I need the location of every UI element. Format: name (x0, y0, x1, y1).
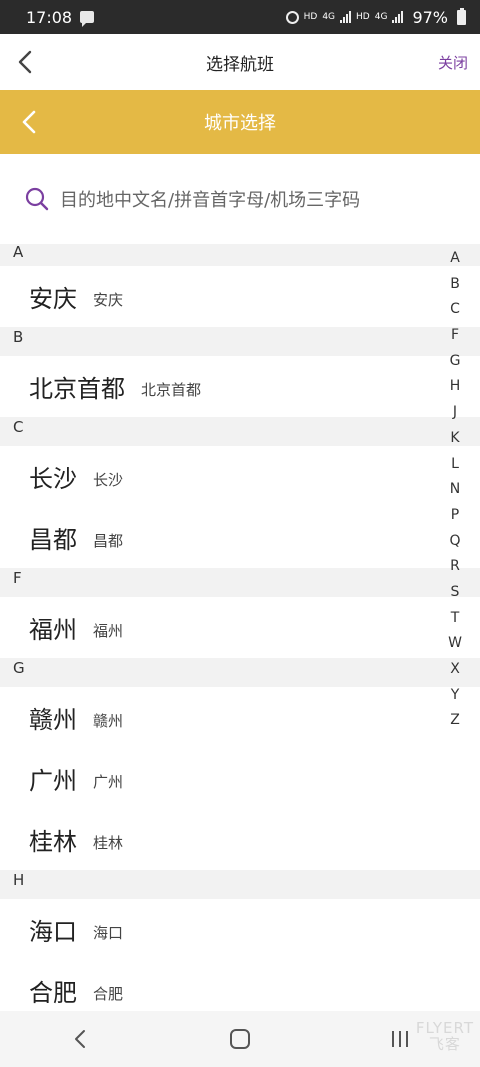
city-sub: 昌都 (93, 532, 124, 550)
index-letter[interactable]: F (451, 323, 459, 349)
section-header-a: A (0, 244, 480, 266)
index-letter[interactable]: W (448, 631, 462, 657)
city-name: 赣州 (29, 706, 77, 734)
status-right: HD 4G HD 4G 97% (285, 7, 466, 27)
search-input[interactable]: 目的地中文名/拼音首字母/机场三字码 (0, 154, 480, 244)
city-name: 合肥 (29, 979, 77, 1007)
city-name: 海口 (29, 918, 77, 946)
index-letter[interactable]: K (450, 426, 459, 452)
recents-icon (392, 1031, 408, 1047)
hd-label-2: HD (356, 12, 370, 22)
back-arrow-icon (75, 1030, 85, 1048)
battery-percent: 97% (412, 7, 448, 27)
header-title: 城市选择 (204, 113, 276, 134)
alarm-icon (285, 10, 299, 24)
city-sub: 广州 (93, 773, 124, 791)
signal-icon-2 (392, 11, 404, 23)
city-name: 昌都 (29, 526, 77, 554)
index-letter[interactable]: B (450, 272, 460, 298)
system-home-button[interactable] (220, 1019, 260, 1059)
city-list[interactable]: A 安庆 安庆 B 北京首都 北京首都 C 长沙 长沙 昌都 昌都 F 福州 福… (0, 244, 480, 1011)
city-row-anqing[interactable]: 安庆 安庆 (0, 266, 480, 327)
watermark-line1: FLYERT (415, 1019, 474, 1037)
city-name: 桂林 (29, 828, 77, 856)
signal-icon (340, 11, 352, 23)
city-sub: 海口 (93, 924, 124, 942)
section-header-f: F (0, 568, 480, 597)
system-back-button[interactable] (60, 1019, 100, 1059)
back-icon[interactable] (14, 48, 40, 76)
city-name: 广州 (29, 767, 77, 795)
message-icon (80, 11, 95, 27)
search-placeholder: 目的地中文名/拼音首字母/机场三字码 (60, 190, 361, 211)
alphabet-index[interactable]: A B C F G H J K L N P Q R S T W X Y Z (448, 246, 462, 734)
index-letter[interactable]: A (450, 246, 460, 272)
hd-label-1: HD (303, 12, 318, 22)
city-sub: 安庆 (93, 291, 124, 309)
city-name: 北京首都 (29, 375, 125, 403)
section-header-b: B (0, 327, 480, 356)
city-row-changdu[interactable]: 昌都 昌都 (0, 507, 480, 568)
watermark-line2: 飞客 (428, 1035, 461, 1053)
index-letter[interactable]: H (450, 374, 461, 400)
city-sub: 赣州 (93, 712, 124, 730)
city-name: 长沙 (29, 465, 77, 493)
city-row-fuzhou[interactable]: 福州 福州 (0, 597, 480, 658)
section-header-h: H (0, 870, 480, 899)
index-letter[interactable]: Y (451, 683, 460, 709)
index-letter[interactable]: X (450, 657, 460, 683)
network-label-2: 4G (374, 12, 388, 22)
index-letter[interactable]: J (453, 400, 457, 426)
city-row-guangzhou[interactable]: 广州 广州 (0, 748, 480, 809)
city-row-beijing[interactable]: 北京首都 北京首都 (0, 356, 480, 417)
watermark: FLYERT 飞客 (416, 1020, 474, 1052)
city-row-changsha[interactable]: 长沙 长沙 (0, 446, 480, 507)
index-letter[interactable]: R (450, 554, 460, 580)
system-nav-bar (0, 1011, 480, 1067)
top-nav: 选择航班 关闭 (0, 34, 480, 90)
index-letter[interactable]: Z (450, 708, 460, 734)
index-letter[interactable]: G (450, 349, 461, 375)
city-row-haikou[interactable]: 海口 海口 (0, 899, 480, 960)
section-header-g: G (0, 658, 480, 687)
city-sub: 福州 (93, 622, 124, 640)
header-back-icon[interactable] (18, 108, 42, 136)
index-letter[interactable]: T (451, 606, 460, 632)
city-name: 安庆 (29, 285, 77, 313)
search-icon (25, 187, 49, 211)
city-sub: 桂林 (93, 834, 124, 852)
index-letter[interactable]: P (451, 503, 459, 529)
index-letter[interactable]: N (450, 477, 460, 503)
city-sub: 合肥 (93, 985, 124, 1003)
battery-icon (457, 7, 466, 25)
city-row-ganzhou[interactable]: 赣州 赣州 (0, 687, 480, 748)
status-bar: 17:08 HD 4G HD 4G 97% (0, 0, 480, 34)
city-select-header: 城市选择 (0, 90, 480, 154)
city-name: 福州 (29, 616, 77, 644)
system-recents-button[interactable] (380, 1019, 420, 1059)
index-letter[interactable]: C (450, 297, 460, 323)
close-button[interactable]: 关闭 (438, 52, 468, 73)
index-letter[interactable]: Q (449, 529, 460, 555)
city-sub: 长沙 (93, 471, 124, 489)
status-time: 17:08 (26, 7, 73, 27)
network-label-1: 4G (322, 12, 336, 22)
section-header-c: C (0, 417, 480, 446)
page-title: 选择航班 (206, 54, 274, 75)
home-icon (230, 1029, 250, 1049)
city-sub: 北京首都 (141, 381, 202, 399)
index-letter[interactable]: L (451, 452, 459, 478)
city-row-guilin[interactable]: 桂林 桂林 (0, 809, 480, 870)
index-letter[interactable]: S (451, 580, 460, 606)
city-row-hefei[interactable]: 合肥 合肥 (0, 960, 480, 1011)
